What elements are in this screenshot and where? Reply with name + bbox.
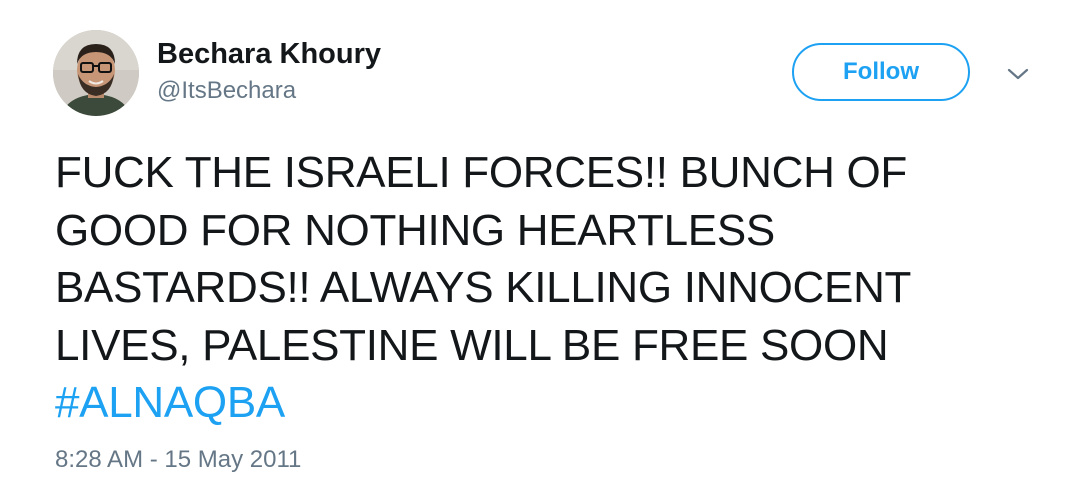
tweet-text-line: GOOD FOR NOTHING HEARTLESS — [55, 205, 775, 255]
tweet-text: FUCK THE ISRAELI FORCES!! BUNCH OF GOOD … — [55, 144, 1035, 432]
tweet-timestamp[interactable]: 8:28 AM - 15 May 2011 — [55, 446, 301, 474]
display-name[interactable]: Bechara Khoury — [157, 38, 381, 70]
avatar[interactable] — [53, 30, 139, 116]
tweet-text-line: LIVES, PALESTINE WILL BE FREE SOON — [55, 320, 889, 370]
tweet-text-line: FUCK THE ISRAELI FORCES!! BUNCH OF — [55, 148, 907, 197]
hashtag-link[interactable]: #ALNAQBA — [55, 374, 1035, 432]
user-handle[interactable]: @ItsBechara — [157, 77, 296, 105]
chevron-down-icon[interactable] — [1004, 62, 1032, 86]
follow-button[interactable]: Follow — [792, 43, 970, 101]
tweet-text-line: BASTARDS!! ALWAYS KILLING INNOCENT — [55, 263, 912, 312]
avatar-image — [53, 30, 139, 116]
tweet-card: Bechara Khoury @ItsBechara Follow FUCK T… — [0, 0, 1080, 489]
